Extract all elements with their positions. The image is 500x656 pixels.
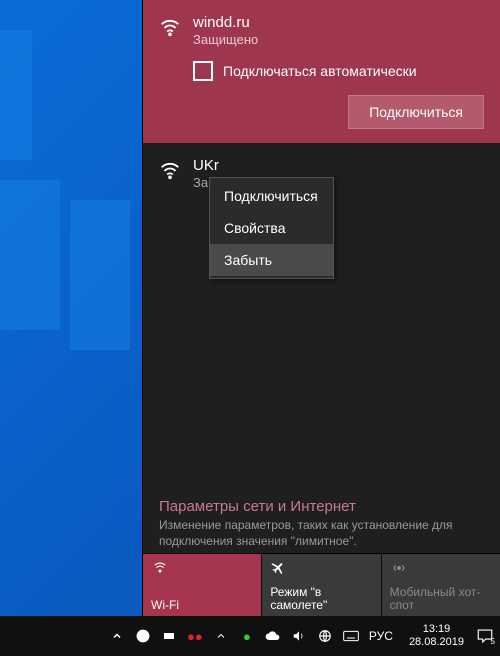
network-settings-link[interactable]: Параметры сети и Интернет Изменение пара…	[143, 498, 500, 553]
network-status: Защищено	[193, 32, 258, 47]
ctx-connect[interactable]: Подключиться	[210, 180, 333, 212]
system-tray: ●● ●	[109, 628, 359, 644]
tray-steam-icon[interactable]	[135, 628, 151, 644]
network-name: UKr	[193, 157, 219, 174]
wifi-icon	[151, 560, 253, 578]
tray-onedrive-icon[interactable]	[265, 628, 281, 644]
tile-wifi[interactable]: Wi-Fi	[143, 554, 262, 616]
taskbar-clock[interactable]: 13:19 28.08.2019	[409, 623, 464, 648]
wifi-icon	[159, 159, 181, 181]
tile-label: Wi-Fi	[151, 599, 253, 612]
network-flyout: windd.ru Защищено Подключаться автоматич…	[142, 0, 500, 616]
action-center-icon[interactable]: 5	[474, 625, 496, 647]
selected-network-panel[interactable]: windd.ru Защищено Подключаться автоматич…	[143, 0, 500, 143]
connect-button[interactable]: Подключиться	[348, 95, 484, 129]
tray-chevron-up-icon[interactable]	[109, 628, 125, 644]
tray-network-icon[interactable]	[317, 628, 333, 644]
airplane-icon	[270, 560, 372, 578]
ctx-forget[interactable]: Забыть	[210, 244, 333, 276]
language-indicator[interactable]: РУС	[369, 629, 393, 643]
network-name: windd.ru	[193, 14, 258, 31]
autoconnect-checkbox[interactable]	[193, 61, 213, 81]
tray-volume-icon[interactable]	[291, 628, 307, 644]
wifi-icon	[159, 16, 181, 38]
network-context-menu: Подключиться Свойства Забыть	[209, 177, 334, 279]
tile-label: Мобильный хот-спот	[390, 586, 492, 612]
tile-airplane-mode[interactable]: Режим "в самолете"	[262, 554, 381, 616]
clock-time: 13:19	[409, 623, 464, 636]
tray-keyboard-icon[interactable]	[343, 628, 359, 644]
quick-action-tiles: Wi-Fi Режим "в самолете" Мобильный хот-с…	[143, 553, 500, 616]
autoconnect-label: Подключаться автоматически	[223, 63, 417, 79]
ctx-properties[interactable]: Свойства	[210, 212, 333, 244]
taskbar: ●● ● РУС 13:19 28.08.2019 5	[0, 616, 500, 656]
tile-mobile-hotspot[interactable]: Мобильный хот-спот	[382, 554, 500, 616]
autoconnect-row[interactable]: Подключаться автоматически	[193, 61, 484, 81]
clock-date: 28.08.2019	[409, 636, 464, 649]
hotspot-icon	[390, 560, 492, 578]
settings-title: Параметры сети и Интернет	[159, 498, 484, 515]
tile-label: Режим "в самолете"	[270, 586, 372, 612]
tray-app-icon[interactable]: ●●	[187, 628, 203, 644]
tray-app-icon[interactable]	[161, 628, 177, 644]
notification-count: 5	[491, 637, 495, 646]
settings-description: Изменение параметров, таких как установл…	[159, 517, 484, 549]
tray-app-icon[interactable]: ●	[239, 628, 255, 644]
tray-app-icon[interactable]	[213, 628, 229, 644]
